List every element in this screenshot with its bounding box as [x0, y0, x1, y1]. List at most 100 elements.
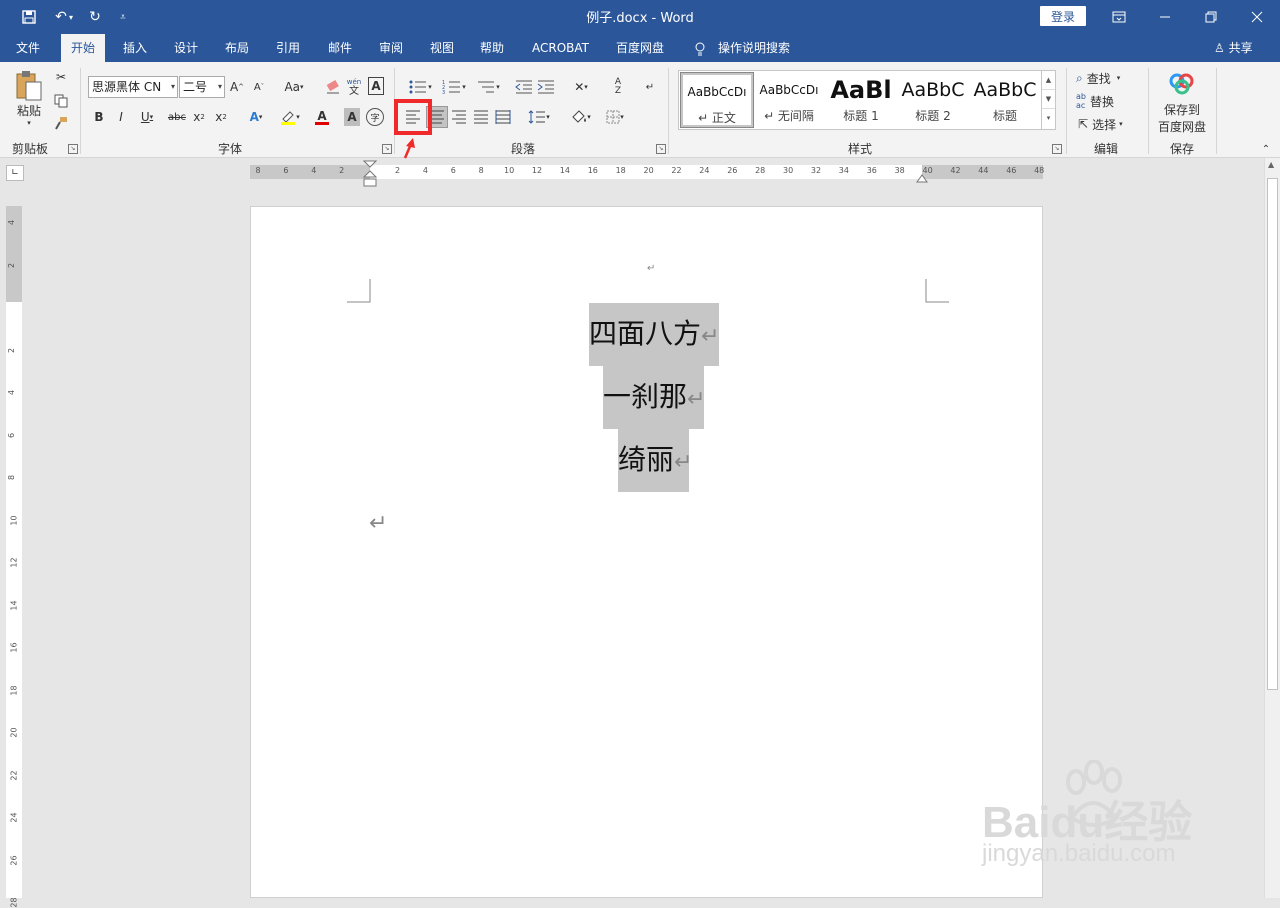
indent-marker-icon[interactable]: [363, 160, 377, 190]
save-to-baidu-button[interactable]: 保存到 百度网盘: [1152, 70, 1212, 136]
phonetic-guide-icon[interactable]: wén 文: [345, 76, 363, 98]
decrease-indent-icon[interactable]: [514, 76, 534, 98]
tab-view[interactable]: 视图: [420, 34, 464, 62]
font-size-select[interactable]: 二号 ▾: [179, 76, 225, 98]
tab-references[interactable]: 引用: [266, 34, 310, 62]
paragraph-launcher-icon[interactable]: ↘: [656, 144, 666, 154]
enclose-characters-icon[interactable]: 字: [366, 108, 384, 126]
justify-button[interactable]: [470, 106, 492, 128]
grow-font-icon[interactable]: A ^: [229, 76, 245, 98]
redo-icon[interactable]: ↻: [84, 6, 106, 28]
font-family-select[interactable]: 思源黑体 CN ▾: [88, 76, 178, 98]
multilevel-list-icon[interactable]: ▾: [472, 76, 504, 98]
vertical-scrollbar[interactable]: ▲: [1264, 158, 1280, 898]
tab-file[interactable]: 文件: [6, 34, 50, 62]
customize-qat-icon[interactable]: ⩡: [112, 6, 134, 28]
font-color-icon[interactable]: A: [308, 106, 336, 128]
tab-design[interactable]: 设计: [164, 34, 208, 62]
bold-button[interactable]: B: [90, 106, 108, 128]
crop-mark-top-left: [347, 279, 371, 303]
underline-button[interactable]: U ▾: [134, 106, 160, 128]
asian-layout-icon[interactable]: ✕ ▾: [566, 76, 596, 98]
superscript-icon[interactable]: x2: [212, 106, 230, 128]
tell-me-search[interactable]: 操作说明搜索: [708, 34, 800, 62]
change-case-button[interactable]: Aa ▾: [280, 76, 308, 98]
scroll-down-icon[interactable]: ▼: [1042, 90, 1055, 109]
ribbon-display-options-icon[interactable]: [1108, 6, 1130, 28]
minimize-icon[interactable]: [1154, 6, 1176, 28]
ruler-tick-label: 26: [727, 166, 738, 175]
tab-home[interactable]: 开始: [61, 34, 106, 62]
tab-review[interactable]: 审阅: [369, 34, 413, 62]
character-shading-icon[interactable]: A: [344, 108, 360, 126]
style-normal[interactable]: AaBbCcDı ↵ 正文: [680, 72, 754, 128]
ruler-tick-label: 32: [810, 166, 822, 175]
distributed-button[interactable]: [492, 106, 514, 128]
scroll-up-icon[interactable]: ▲: [1042, 71, 1055, 90]
undo-dropdown-icon[interactable]: ▾: [66, 6, 76, 28]
save-icon[interactable]: [18, 6, 40, 28]
tab-baidu-netdisk[interactable]: 百度网盘: [606, 34, 674, 62]
style-title[interactable]: AaBbC 标题: [969, 73, 1041, 127]
borders-icon[interactable]: ▾: [600, 106, 630, 128]
style-no-spacing[interactable]: AaBbCcDı ↵ 无间隔: [753, 73, 825, 127]
numbering-icon[interactable]: 1 2 3 ▾: [438, 76, 470, 98]
find-button[interactable]: ⌕ 查找 ▾: [1076, 68, 1140, 88]
character-border-icon[interactable]: A: [368, 77, 384, 95]
align-right-button[interactable]: [448, 106, 470, 128]
bullets-icon[interactable]: ▾: [404, 76, 436, 98]
increase-indent-icon[interactable]: [536, 76, 556, 98]
select-button[interactable]: ⇱ 选择 ▾: [1078, 114, 1142, 134]
share-button[interactable]: ♙ 共享: [1204, 34, 1263, 62]
clear-formatting-icon[interactable]: [324, 76, 342, 98]
sort-icon[interactable]: AZ: [608, 76, 628, 98]
highlight-color-icon[interactable]: ▾: [275, 106, 305, 128]
font-launcher-icon[interactable]: ↘: [382, 144, 392, 154]
cut-icon[interactable]: ✂: [52, 68, 70, 86]
document-line-3[interactable]: 绮丽↵: [618, 429, 692, 492]
vertical-ruler[interactable]: 4 2 2 4 6 8 10 12 14 16 18 20 22 24 26 28: [6, 206, 22, 908]
text-effects-icon[interactable]: A ▾: [242, 106, 270, 128]
line-spacing-icon[interactable]: ▾: [524, 106, 554, 128]
document-page[interactable]: ↵ 四面八方↵ 一刹那↵ 绮丽↵ ↵: [250, 206, 1043, 898]
title-bar: ↶ ▾ ↻ ⩡ 例子.docx - Word 登录: [0, 0, 1280, 34]
strikethrough-icon[interactable]: abc: [166, 106, 188, 128]
style-preview: AaBbC: [973, 79, 1037, 101]
style-name: 标题: [992, 109, 1017, 123]
watermark-url: jingyan.baidu.com: [982, 840, 1176, 867]
scrollbar-thumb[interactable]: [1267, 178, 1278, 690]
clipboard-launcher-icon[interactable]: ↘: [68, 144, 78, 154]
shrink-font-icon[interactable]: Aˇ: [251, 76, 267, 98]
more-styles-icon[interactable]: ▾: [1042, 109, 1055, 128]
styles-launcher-icon[interactable]: ↘: [1052, 144, 1062, 154]
right-indent-marker-icon[interactable]: [916, 173, 928, 183]
subscript-icon[interactable]: x2: [190, 106, 208, 128]
document-line-2[interactable]: 一刹那↵: [603, 366, 705, 429]
tab-selector-icon[interactable]: ∟: [6, 165, 24, 181]
tab-mailings[interactable]: 邮件: [318, 34, 362, 62]
login-button[interactable]: 登录: [1040, 6, 1086, 26]
copy-icon[interactable]: [52, 92, 70, 110]
ruler-tick-label: 6: [283, 166, 289, 175]
line-text: 四面八方: [589, 317, 702, 350]
tab-help[interactable]: 帮助: [470, 34, 514, 62]
italic-button[interactable]: I: [112, 106, 130, 128]
style-heading-1[interactable]: AaBl 标题 1: [825, 73, 897, 127]
tab-layout[interactable]: 布局: [215, 34, 259, 62]
scroll-up-icon[interactable]: ▲: [1268, 160, 1274, 169]
restore-icon[interactable]: [1200, 6, 1222, 28]
shading-icon[interactable]: ▾: [566, 106, 596, 128]
format-painter-icon[interactable]: [52, 114, 70, 132]
replace-button[interactable]: ab ac 替换: [1076, 91, 1140, 111]
paste-button[interactable]: 粘贴 ▾: [10, 68, 48, 128]
document-line-1[interactable]: 四面八方↵: [589, 303, 719, 366]
tab-acrobat[interactable]: ACROBAT: [522, 34, 599, 62]
style-name: 标题 1: [843, 109, 879, 123]
ruler-tick-label: 8: [255, 166, 261, 175]
crop-mark-top-right: [925, 279, 949, 303]
close-icon[interactable]: [1246, 6, 1268, 28]
collapse-ribbon-icon[interactable]: ⌃: [1258, 142, 1274, 156]
tab-insert[interactable]: 插入: [113, 34, 157, 62]
style-heading-2[interactable]: AaBbC 标题 2: [897, 73, 969, 127]
show-hide-marks-icon[interactable]: ↵: [640, 76, 660, 98]
